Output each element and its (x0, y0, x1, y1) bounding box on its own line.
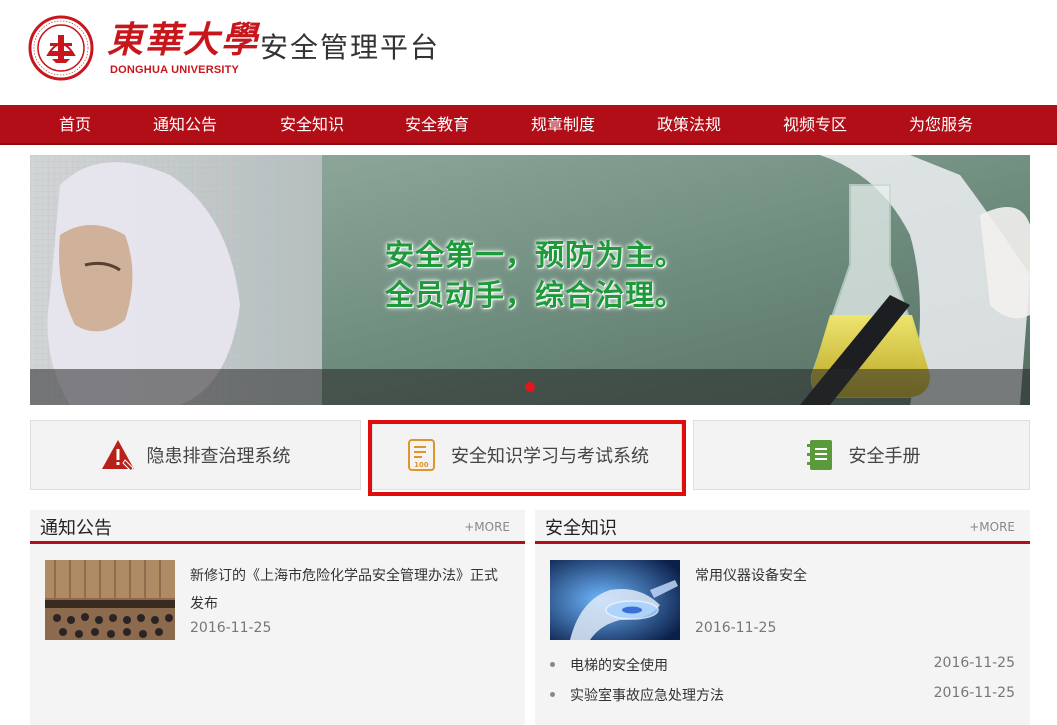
notice-panel-title: 通知公告 (40, 518, 112, 539)
handbook-button[interactable]: 安全手册 (693, 420, 1030, 490)
nav-item-services[interactable]: 为您服务 (909, 105, 973, 145)
list-item-date: 2016-11-25 (933, 655, 1015, 671)
notice-featured-title[interactable]: 新修订的《上海市危险化学品安全管理办法》正式发布 (190, 562, 510, 618)
bullet-icon (550, 692, 555, 697)
exam-system-button[interactable]: 100 安全知识学习与考试系统 (372, 420, 682, 490)
list-item-date: 2016-11-25 (933, 685, 1015, 701)
exam-document-icon: 100 (405, 438, 439, 472)
banner-slogan-line1: 安全第一，预防为主。 (385, 238, 686, 272)
knowledge-thumbnail[interactable] (550, 560, 680, 640)
exam-system-label: 安全知识学习与考试系统 (451, 446, 649, 467)
nav-item-policies[interactable]: 政策法规 (657, 105, 721, 145)
university-seal-logo[interactable] (28, 15, 94, 81)
handbook-label: 安全手册 (848, 446, 921, 467)
svg-text:100: 100 (414, 461, 429, 469)
university-name-cn: 東華大學 (107, 19, 260, 61)
carousel-indicator-dot[interactable] (525, 382, 535, 392)
list-item[interactable]: 实验室事故应急处理方法 2016-11-25 (550, 685, 1015, 705)
nav-item-safety-knowledge[interactable]: 安全知识 (280, 105, 344, 145)
knowledge-panel: 安全知识 +MORE 常用仪器设备安全 2016-11-25 电梯的安全使用 2… (535, 510, 1030, 725)
handbook-icon (803, 438, 837, 472)
nav-item-regulations[interactable]: 规章制度 (531, 105, 595, 145)
main-nav: 首页 通知公告 安全知识 安全教育 规章制度 政策法规 视频专区 为您服务 (0, 105, 1057, 145)
knowledge-featured-date: 2016-11-25 (695, 620, 777, 636)
nav-item-notices[interactable]: 通知公告 (153, 105, 217, 145)
knowledge-panel-header: 安全知识 +MORE (535, 510, 1030, 544)
nav-item-safety-education[interactable]: 安全教育 (405, 105, 469, 145)
nav-item-videos[interactable]: 视频专区 (783, 105, 847, 145)
page-title: 安全管理平台 (260, 31, 441, 64)
notice-featured-date: 2016-11-25 (190, 620, 272, 636)
banner-slogan-line2: 全员动手，综合治理。 (385, 278, 686, 312)
knowledge-featured-title[interactable]: 常用仪器设备安全 (695, 562, 1015, 590)
list-item-title[interactable]: 电梯的安全使用 (570, 655, 668, 675)
site-header: 東華大學 DONGHUA UNIVERSITY 安全管理平台 (0, 0, 1057, 105)
hazard-system-label: 隐患排查治理系统 (146, 446, 291, 467)
university-name-en: DONGHUA UNIVERSITY (110, 64, 240, 76)
notice-panel: 通知公告 +MORE 新修订的《上海市危险化学品安全管理办法》正式发布 2016… (30, 510, 525, 725)
banner-carousel[interactable]: 安全第一，预防为主。 全员动手，综合治理。 (30, 155, 1030, 405)
notice-thumbnail[interactable] (45, 560, 175, 640)
nav-item-home[interactable]: 首页 (59, 105, 91, 145)
notice-panel-header: 通知公告 +MORE (30, 510, 525, 544)
notice-more-link[interactable]: +MORE (464, 520, 510, 534)
bullet-icon (550, 662, 555, 667)
hazard-system-button[interactable]: 隐患排查治理系统 (30, 420, 361, 490)
warning-wrench-icon (101, 438, 135, 472)
list-item[interactable]: 电梯的安全使用 2016-11-25 (550, 655, 1015, 675)
list-item-title[interactable]: 实验室事故应急处理方法 (570, 685, 724, 705)
knowledge-more-link[interactable]: +MORE (969, 520, 1015, 534)
knowledge-panel-title: 安全知识 (545, 518, 617, 539)
